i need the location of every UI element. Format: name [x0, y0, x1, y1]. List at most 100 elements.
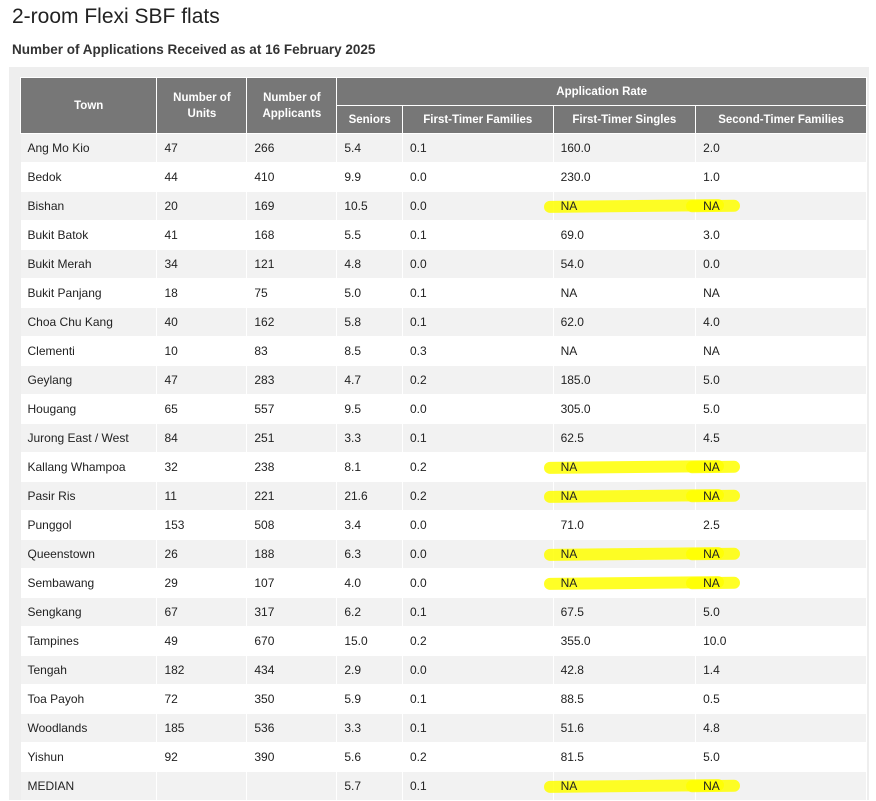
cell-units: 32 [156, 452, 248, 482]
cell-seniors: 2.9 [336, 655, 403, 685]
cell-first-timer-singles: 185.0 [553, 365, 697, 395]
cell-seniors: 5.8 [336, 307, 403, 337]
cell-first-timer-families: 0.0 [402, 568, 554, 598]
cell-town: Bukit Batok [20, 220, 158, 250]
cell-units: 10 [156, 336, 248, 366]
cell-second-timer-families: NA [695, 481, 867, 511]
cell-applicants: 350 [246, 684, 338, 714]
cell-units: 11 [156, 481, 248, 511]
cell-seniors: 6.2 [336, 597, 403, 627]
cell-town: Woodlands [20, 713, 158, 743]
cell-town: MEDIAN [20, 771, 158, 801]
cell-seniors: 5.6 [336, 742, 403, 772]
cell-town: Tampines [20, 626, 158, 656]
table-row: Sengkang 67 317 6.2 0.1 67.5 5.0 [20, 597, 867, 627]
cell-first-timer-singles: NA [553, 568, 697, 598]
cell-first-timer-singles: 54.0 [553, 249, 697, 279]
cell-first-timer-families: 0.1 [402, 713, 554, 743]
table-row: Jurong East / West 84 251 3.3 0.1 62.5 4.5 [20, 423, 867, 453]
cell-first-timer-singles: NA [553, 336, 697, 366]
cell-applicants: 121 [246, 249, 338, 279]
cell-second-timer-families: NA [695, 539, 867, 569]
cell-units: 29 [156, 568, 248, 598]
table-body: Ang Mo Kio 47 266 5.4 0.1 160.0 2.0 Bedok 44 410 9… [20, 133, 867, 801]
cell-town: Sembawang [20, 568, 158, 598]
cell-first-timer-singles: NA [553, 481, 697, 511]
cell-applicants: 75 [246, 278, 338, 308]
cell-town: Tengah [20, 655, 158, 685]
table-row: Hougang 65 557 9.5 0.0 305.0 5.0 [20, 394, 867, 424]
cell-first-timer-singles: 88.5 [553, 684, 697, 714]
table-subtitle: Number of Applications Received as at 16… [12, 42, 376, 57]
cell-first-timer-families: 0.1 [402, 771, 554, 801]
cell-applicants: 162 [246, 307, 338, 337]
cell-applicants: 107 [246, 568, 338, 598]
cell-second-timer-families: 5.0 [695, 365, 867, 395]
cell-applicants: 317 [246, 597, 338, 627]
table-row: Clementi 10 83 8.5 0.3 NA NA [20, 336, 867, 366]
cell-seniors: 5.5 [336, 220, 403, 250]
header-first-timer-singles: First-Timer Singles [552, 105, 697, 134]
table-row: Bukit Merah 34 121 4.8 0.0 54.0 0.0 [20, 249, 867, 279]
header-town: Town [19, 77, 158, 134]
cell-units: 49 [156, 626, 248, 656]
cell-applicants: 434 [246, 655, 338, 685]
cell-first-timer-families: 0.2 [402, 365, 554, 395]
cell-applicants: 390 [246, 742, 338, 772]
cell-first-timer-families: 0.0 [402, 249, 554, 279]
cell-first-timer-families: 0.1 [402, 684, 554, 714]
cell-seniors: 10.5 [336, 191, 403, 221]
cell-seniors: 3.3 [336, 423, 403, 453]
cell-first-timer-singles: 355.0 [553, 626, 697, 656]
cell-first-timer-singles: 62.5 [553, 423, 697, 453]
cell-town: Yishun [20, 742, 158, 772]
cell-town: Bishan [20, 191, 158, 221]
cell-applicants: 410 [246, 162, 338, 192]
cell-first-timer-families: 0.1 [402, 307, 554, 337]
cell-units: 41 [156, 220, 248, 250]
cell-first-timer-singles: 160.0 [553, 133, 697, 163]
cell-first-timer-families: 0.3 [402, 336, 554, 366]
table-container: Town Number of Units Number of Applicant… [9, 67, 869, 801]
cell-first-timer-singles: 305.0 [553, 394, 697, 424]
cell-town: Bukit Merah [20, 249, 158, 279]
cell-units: 67 [156, 597, 248, 627]
cell-second-timer-families: NA [695, 191, 867, 221]
cell-first-timer-singles: 51.6 [553, 713, 697, 743]
table-row: Bukit Batok 41 168 5.5 0.1 69.0 3.0 [20, 220, 867, 250]
cell-applicants: 169 [246, 191, 338, 221]
cell-applicants: 283 [246, 365, 338, 395]
cell-units: 40 [156, 307, 248, 337]
cell-seniors: 6.3 [336, 539, 403, 569]
cell-first-timer-singles: NA [553, 771, 697, 801]
cell-second-timer-families: 1.4 [695, 655, 867, 685]
cell-first-timer-families: 0.2 [402, 626, 554, 656]
cell-units: 65 [156, 394, 248, 424]
cell-first-timer-families: 0.0 [402, 539, 554, 569]
cell-applicants: 168 [246, 220, 338, 250]
cell-seniors: 4.7 [336, 365, 403, 395]
page-title: 2-room Flexi SBF flats [12, 5, 220, 28]
cell-units: 72 [156, 684, 248, 714]
cell-first-timer-singles: 71.0 [553, 510, 697, 540]
cell-second-timer-families: 0.5 [695, 684, 867, 714]
table-row: Tampines 49 670 15.0 0.2 355.0 10.0 [20, 626, 867, 656]
table-row: Sembawang 29 107 4.0 0.0 NA NA [20, 568, 867, 598]
median-row: MEDIAN 5.7 0.1 NA NA [20, 771, 867, 801]
cell-second-timer-families: 3.0 [695, 220, 867, 250]
cell-second-timer-families: 2.0 [695, 133, 867, 163]
cell-first-timer-singles: 67.5 [553, 597, 697, 627]
cell-units: 185 [156, 713, 248, 743]
header-units: Number of Units [156, 77, 248, 134]
header-second-timer-families: Second-Timer Families [695, 105, 867, 134]
table-row: Pasir Ris 11 221 21.6 0.2 NA NA [20, 481, 867, 511]
cell-town: Ang Mo Kio [20, 133, 158, 163]
table-row: Choa Chu Kang 40 162 5.8 0.1 62.0 4.0 [20, 307, 867, 337]
cell-town: Toa Payoh [20, 684, 158, 714]
cell-first-timer-families: 0.1 [402, 133, 554, 163]
cell-town: Pasir Ris [20, 481, 158, 511]
cell-units: 26 [156, 539, 248, 569]
header-row: Town Number of Units Number of Applicant… [19, 77, 867, 134]
cell-second-timer-families: 4.0 [695, 307, 867, 337]
cell-units: 47 [156, 133, 248, 163]
